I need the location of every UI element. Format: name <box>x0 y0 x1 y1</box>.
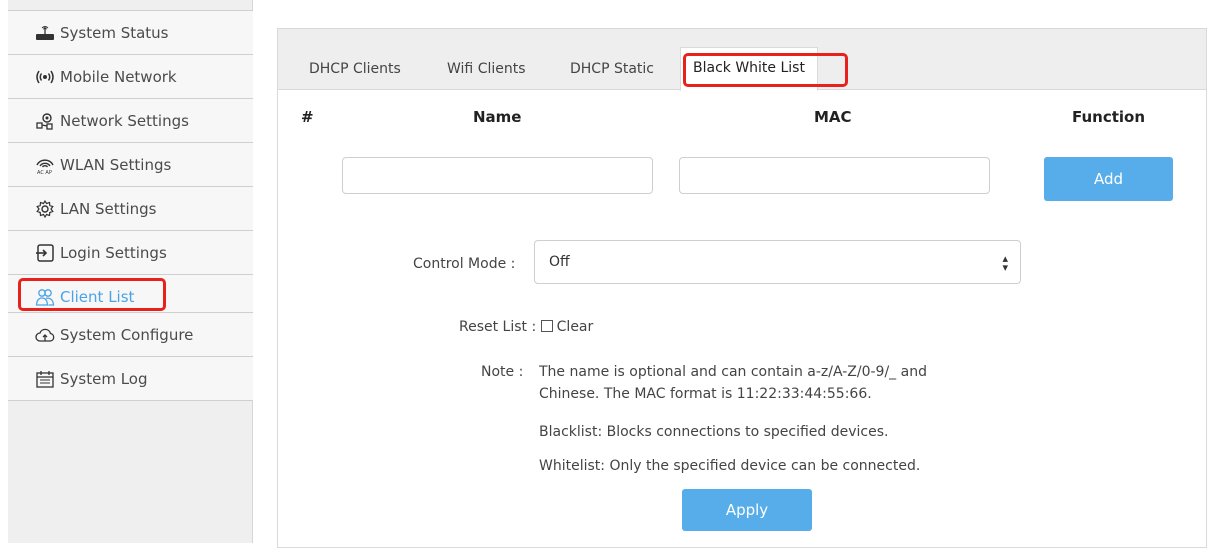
sidebar-item-system-status[interactable]: System Status <box>8 10 253 54</box>
control-mode-select[interactable]: Off ▴ ▾ <box>534 240 1021 284</box>
sidebar: System Status Mobile Network Network Set… <box>8 0 253 543</box>
clear-checkbox[interactable] <box>540 320 553 332</box>
wifi-icon: AC AP <box>34 154 56 176</box>
cloud-upload-icon <box>34 324 56 346</box>
login-icon <box>34 242 56 264</box>
mac-input[interactable] <box>679 157 990 194</box>
sidebar-item-label: System Log <box>60 369 148 388</box>
column-header-mac: MAC <box>814 108 852 126</box>
sidebar-item-system-configure[interactable]: System Configure <box>8 312 253 356</box>
calendar-icon <box>34 368 56 390</box>
reset-list-label: Reset List : <box>459 319 537 335</box>
sidebar-item-system-log[interactable]: System Log <box>8 356 253 400</box>
sidebar-item-network-settings[interactable]: Network Settings <box>8 98 253 142</box>
main-panel: DHCP Clients Wifi Clients DHCP Static Bl… <box>277 28 1207 548</box>
tab-bar: DHCP Clients Wifi Clients DHCP Static Bl… <box>278 29 1206 91</box>
svg-text:AC AP: AC AP <box>37 170 52 175</box>
sidebar-item-label: System Status <box>60 23 169 42</box>
tab-dhcp-clients[interactable]: DHCP Clients <box>297 49 413 90</box>
sidebar-item-label: Mobile Network <box>60 67 177 86</box>
clear-label: Clear <box>556 319 594 335</box>
sidebar-item-lan-settings[interactable]: LAN Settings <box>8 186 253 230</box>
sort-arrows-icon: ▴ ▾ <box>1002 252 1008 274</box>
sidebar-item-label: WLAN Settings <box>60 155 172 174</box>
note-label: Note : <box>481 364 524 380</box>
tab-black-white-list[interactable]: Black White List <box>680 47 818 91</box>
control-mode-value: Off <box>549 254 570 270</box>
sidebar-divider <box>8 400 253 401</box>
note-line-2: Chinese. The MAC format is 11:22:33:44:5… <box>539 386 872 402</box>
sidebar-item-label: Network Settings <box>60 111 189 130</box>
note-whitelist: Whitelist: Only the specified device can… <box>539 458 921 474</box>
column-header-function: Function <box>1072 108 1146 126</box>
note-blacklist: Blacklist: Blocks connections to specifi… <box>539 424 889 440</box>
column-header-name: Name <box>473 108 522 126</box>
apply-button[interactable]: Apply <box>682 489 812 531</box>
name-input[interactable] <box>342 157 653 194</box>
signal-icon <box>34 66 56 88</box>
sidebar-item-label: Login Settings <box>60 243 167 262</box>
reset-list-row: Reset List : Clear <box>459 319 593 335</box>
sidebar-item-mobile-network[interactable]: Mobile Network <box>8 54 253 98</box>
sidebar-item-wlan-settings[interactable]: AC AP WLAN Settings <box>8 142 253 186</box>
tab-wifi-clients[interactable]: Wifi Clients <box>435 49 538 90</box>
sidebar-item-label: System Configure <box>60 325 194 344</box>
control-mode-label: Control Mode : <box>413 256 516 272</box>
sidebar-item-label: LAN Settings <box>60 199 157 218</box>
note-line-1: The name is optional and can contain a-z… <box>539 364 927 380</box>
sidebar-item-label: Client List <box>60 287 135 306</box>
column-header-index: # <box>301 108 314 126</box>
tab-dhcp-static[interactable]: DHCP Static <box>558 49 666 90</box>
sidebar-item-login-settings[interactable]: Login Settings <box>8 230 253 274</box>
users-icon <box>34 286 56 308</box>
gear-icon <box>34 198 56 220</box>
network-icon <box>34 110 56 132</box>
add-button[interactable]: Add <box>1044 157 1173 201</box>
router-icon <box>34 22 56 44</box>
